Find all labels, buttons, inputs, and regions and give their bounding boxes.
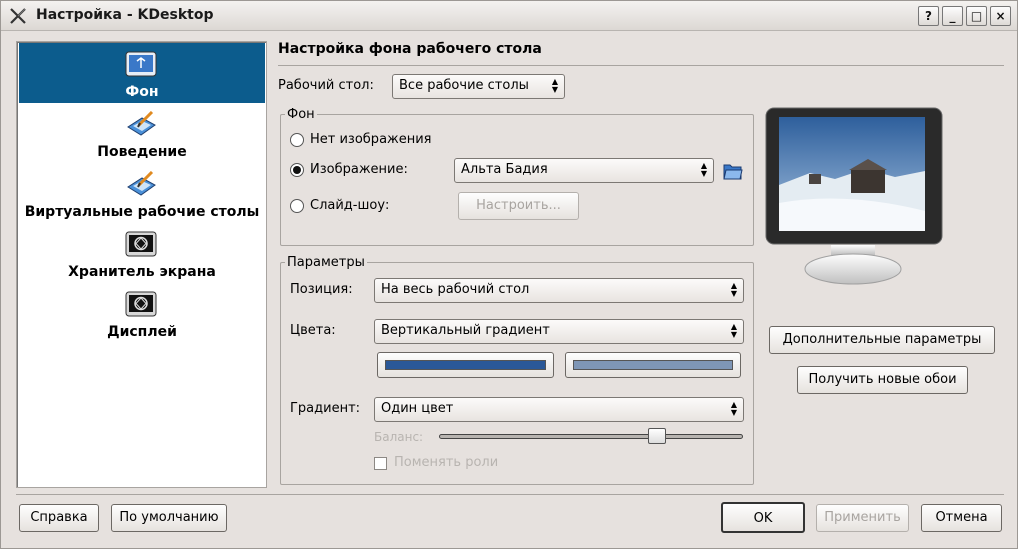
slideshow-label: Слайд-шоу: (310, 198, 390, 213)
swap-roles-checkbox[interactable] (374, 457, 387, 470)
sidebar-item-behavior[interactable]: Поведение (19, 103, 265, 163)
colors-label: Цвета: (290, 323, 336, 338)
minimize-button[interactable]: _ (942, 6, 963, 26)
desktop-select-value: Все рабочие столы (399, 78, 529, 93)
spin-arrows-icon: ▲ ▼ (551, 77, 559, 94)
secondary-color-button[interactable] (565, 352, 741, 378)
primary-color-button[interactable] (377, 352, 554, 378)
defaults-button[interactable]: По умолчанию (111, 504, 227, 532)
gradient-select-value: Один цвет (381, 401, 454, 416)
primary-color-swatch (385, 360, 546, 370)
image-select[interactable]: Альта Бадия ▲ ▼ (454, 158, 714, 183)
desktop-select[interactable]: Все рабочие столы ▲ ▼ (392, 74, 565, 99)
slideshow-radio[interactable] (290, 199, 304, 213)
spin-arrows-icon: ▲ ▼ (700, 161, 708, 178)
kde-app-icon (10, 8, 26, 24)
apply-button[interactable]: Применить (816, 504, 909, 532)
balance-slider-handle[interactable] (647, 428, 666, 444)
swap-roles-label: Поменять роли (394, 455, 499, 470)
wallpaper-preview-monitor (765, 107, 943, 285)
sidebar-item-label: Виртуальные рабочие столы (24, 204, 260, 220)
title-bar[interactable]: Настройка - KDesktop ? _ □ × (1, 1, 1017, 31)
spin-arrows-icon: ▲ ▼ (730, 281, 738, 298)
cancel-button[interactable]: Отмена (921, 504, 1002, 532)
advanced-options-button[interactable]: Дополнительные параметры (769, 326, 995, 354)
help-button[interactable]: Справка (19, 504, 99, 532)
balance-label: Баланс: (374, 430, 424, 444)
sidebar-item-background[interactable]: Фон (19, 43, 265, 103)
open-folder-icon[interactable] (723, 161, 743, 180)
help-titlebar-button[interactable]: ? (918, 6, 939, 26)
spin-arrows-icon: ▲ ▼ (730, 400, 738, 417)
no-image-label: Нет изображения (310, 132, 432, 147)
sidebar-item-screensaver[interactable]: Хранитель экрана (19, 223, 265, 283)
background-group-legend: Фон (287, 107, 315, 122)
position-select[interactable]: На весь рабочий стол ▲ ▼ (374, 278, 744, 303)
screensaver-icon (125, 231, 157, 257)
balance-slider-track[interactable] (439, 434, 743, 439)
colors-select-value: Вертикальный градиент (381, 323, 550, 338)
maximize-button[interactable]: □ (966, 6, 987, 26)
get-new-wallpapers-button[interactable]: Получить новые обои (797, 366, 968, 394)
parameters-group-legend: Параметры (287, 255, 365, 270)
no-image-radio[interactable] (290, 133, 304, 147)
spin-arrows-icon: ▲ ▼ (730, 322, 738, 339)
virtual-desktops-icon (127, 171, 156, 196)
settings-window: Настройка - KDesktop ? _ □ × Фон Поведен… (0, 0, 1018, 549)
desktop-behavior-icon (127, 111, 156, 136)
gradient-label: Градиент: (290, 401, 361, 416)
secondary-color-swatch (573, 360, 733, 370)
sidebar-item-label: Поведение (97, 144, 187, 160)
ok-button[interactable]: OK (721, 502, 805, 533)
sidebar-item-label: Дисплей (107, 324, 177, 340)
image-label: Изображение: (310, 162, 408, 177)
close-button[interactable]: × (990, 6, 1011, 26)
desktop-background-icon (125, 51, 157, 77)
footer-divider (16, 494, 1004, 495)
position-label: Позиция: (290, 282, 353, 297)
display-icon (125, 291, 157, 317)
image-select-value: Альта Бадия (461, 162, 548, 177)
position-select-value: На весь рабочий стол (381, 282, 530, 297)
colors-select[interactable]: Вертикальный градиент ▲ ▼ (374, 319, 744, 344)
panel-title: Настройка фона рабочего стола (278, 41, 542, 57)
sidebar-item-label: Фон (125, 84, 159, 100)
image-radio[interactable] (290, 163, 304, 177)
sidebar-item-label: Хранитель экрана (68, 264, 216, 280)
configure-slideshow-button[interactable]: Настроить... (458, 192, 579, 220)
sidebar-item-display[interactable]: Дисплей (19, 283, 265, 343)
title-divider (278, 65, 1004, 66)
sidebar: Фон Поведение Виртуальные рабочие столы (16, 41, 267, 488)
desktop-label: Рабочий стол: (278, 78, 374, 93)
sidebar-item-virtual-desktops[interactable]: Виртуальные рабочие столы (19, 163, 265, 223)
gradient-select[interactable]: Один цвет ▲ ▼ (374, 397, 744, 422)
window-title: Настройка - KDesktop (36, 7, 214, 23)
